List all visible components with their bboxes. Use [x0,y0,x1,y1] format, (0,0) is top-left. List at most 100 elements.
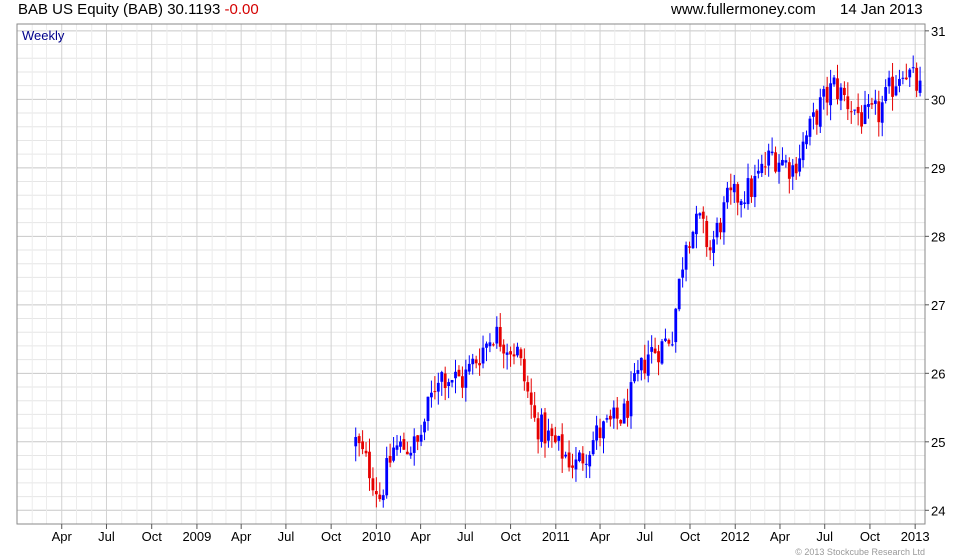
candle-body [691,231,695,249]
candle-body [664,338,667,341]
candle-body [839,87,843,101]
candle-body [564,454,568,457]
candle-body [815,110,819,125]
candle-body [522,358,526,382]
candle-body [894,86,898,96]
candle-body [471,358,475,365]
candle-body [374,491,378,495]
candle-body [898,78,901,86]
candle-body [904,77,908,80]
candle-body [812,112,815,117]
candle-body [388,456,392,463]
candle-body [701,211,705,219]
x-tick-label: Jul [636,529,653,544]
candle-body [911,67,915,69]
candle-body [574,459,578,470]
candle-body [567,452,571,468]
candle-body [430,392,433,398]
period-label: Weekly [22,28,65,43]
candle-body [705,221,709,248]
candle-body [454,371,457,379]
axis-layer: 24 25 26 27 28 29 30 31 Apr Jul Oct 2009 Apr Jul Oct 20… [52,24,946,544]
candle-body [643,359,647,374]
candle-body [361,441,365,450]
candle-body [450,380,454,383]
candle-body [381,495,385,501]
y-tick-label: 28 [931,229,945,244]
candle-body [791,165,795,177]
candle-body [436,382,440,392]
candle-body [491,344,495,346]
x-tick-label: Oct [680,529,701,544]
candle-body [743,202,746,204]
x-tick-label: Jul [816,529,833,544]
x-tick-label: Jul [278,529,295,544]
candle-body [464,369,468,388]
x-tick-label: Apr [410,529,431,544]
candle-body [767,150,771,166]
candle-body [677,278,681,310]
candle-body [443,373,447,388]
candle-body [584,463,588,465]
candle-body [409,452,413,456]
candle-body [853,109,857,111]
candle-body [416,435,420,442]
candle-body [478,363,482,366]
grid-layer [17,24,925,524]
candle-body [808,118,812,137]
candle-body [557,436,561,441]
candle-body [884,87,888,102]
candle-body [633,373,636,382]
candle-body [650,347,654,352]
candle-body [553,435,557,443]
x-tick-label: Oct [321,529,342,544]
candle-body [887,77,891,87]
candle-body [836,78,839,100]
candle-body [856,106,860,114]
candle-body [877,101,881,123]
candle-body [588,454,592,467]
candle-body [880,102,884,123]
candle-body [760,163,764,174]
y-tick-label: 26 [931,366,945,381]
candle-body [725,187,729,203]
y-tick-label: 29 [931,161,945,176]
x-tick-label: Apr [770,529,791,544]
candle-body [829,83,833,106]
candle-body [646,354,650,376]
x-tick-label: Oct [142,529,163,544]
candle-body [908,69,912,78]
candle-body [805,135,808,145]
x-tick-label: 2013 [901,529,930,544]
candle-body [605,418,609,420]
candle-body [354,437,358,447]
candle-body [695,213,698,235]
candle-body [402,439,406,450]
candle-body [540,414,543,442]
y-tick-label: 27 [931,298,945,313]
candle-body [688,246,691,248]
candle-body [447,382,451,387]
candle-body [608,415,612,420]
candle-body [502,344,506,354]
candle-body [371,478,375,491]
candle-layer [354,55,922,508]
candle-body [419,434,423,442]
candle-body [481,347,485,364]
candle-body [750,178,753,197]
candle-body [715,222,719,238]
candle-body [598,427,602,438]
candle-body [560,434,564,459]
candle-body [615,407,619,419]
candle-body [512,354,516,357]
candle-body [698,213,702,216]
x-tick-label: Oct [860,529,881,544]
candle-body [536,418,540,440]
candle-body [364,450,368,454]
candle-body [495,326,499,344]
candle-body [846,96,850,110]
candle-body [629,382,633,417]
candle-body [571,465,574,468]
candle-body [423,421,426,433]
candle-body [619,419,623,424]
